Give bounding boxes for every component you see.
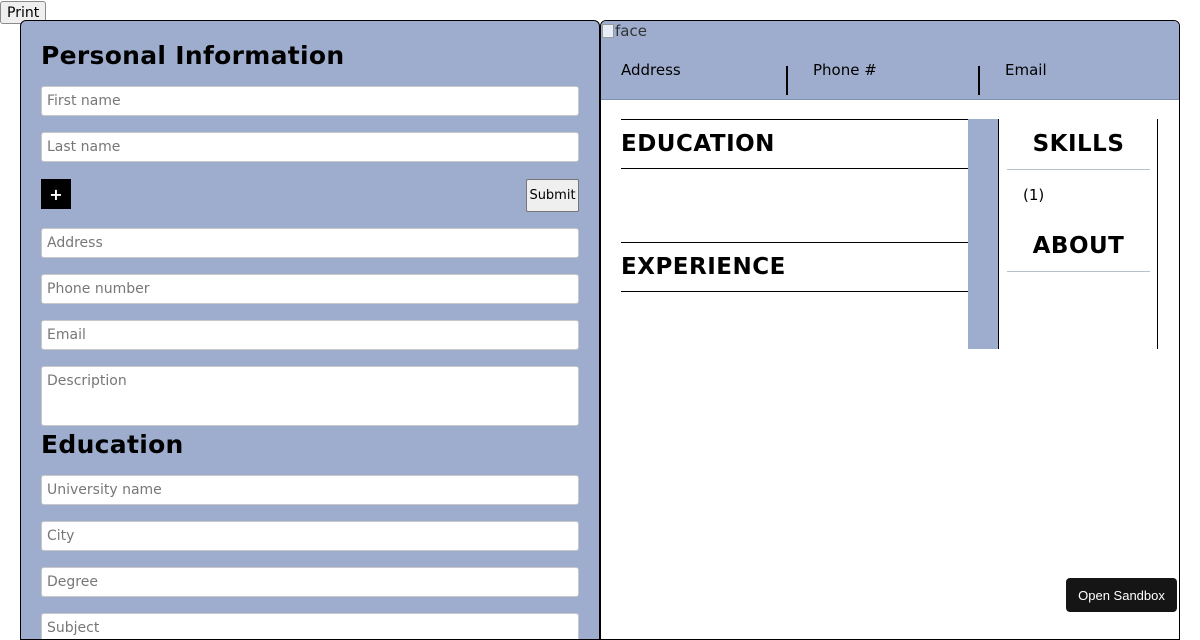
cv-email: Email (1005, 61, 1047, 79)
cv-about-heading: ABOUT (1007, 221, 1150, 272)
personal-information-heading: Personal Information (41, 41, 345, 70)
cv-experience-heading: EXPERIENCE (621, 242, 968, 292)
cv-education-heading: EDUCATION (621, 119, 968, 169)
submit-button[interactable]: Submit (526, 179, 579, 212)
description-textarea[interactable] (41, 366, 579, 426)
plus-icon: + (49, 184, 63, 204)
phone-number-input[interactable] (41, 274, 579, 304)
city-input[interactable] (41, 521, 579, 551)
email-input[interactable] (41, 320, 579, 350)
broken-image-icon (602, 24, 614, 38)
subject-input[interactable] (41, 613, 579, 639)
education-heading: Education (41, 430, 184, 459)
cv-header: face Address Phone # Email (601, 21, 1179, 100)
cv-phone: Phone # (813, 61, 877, 79)
profile-photo: face (602, 22, 647, 40)
degree-input[interactable] (41, 567, 579, 597)
cv-accent-bar (968, 119, 998, 349)
first-name-input[interactable] (41, 86, 579, 116)
open-sandbox-button[interactable]: Open Sandbox (1066, 578, 1177, 612)
university-name-input[interactable] (41, 475, 579, 505)
cv-address: Address (621, 61, 681, 79)
address-input[interactable] (41, 228, 579, 258)
cv-side-column: SKILLS (1) ABOUT (998, 119, 1158, 349)
profile-photo-alt-text: face (615, 22, 647, 40)
skill-item: (1) (1023, 186, 1045, 204)
header-divider (786, 66, 788, 95)
last-name-input[interactable] (41, 132, 579, 162)
cv-skills-heading: SKILLS (1007, 119, 1150, 170)
header-divider (978, 66, 980, 95)
form-panel: Personal Information + Submit Education (20, 20, 600, 640)
cv-main-column: EDUCATION EXPERIENCE (621, 119, 968, 349)
add-button[interactable]: + (41, 179, 71, 209)
cv-preview: face Address Phone # Email EDUCATION EXP… (600, 20, 1180, 640)
